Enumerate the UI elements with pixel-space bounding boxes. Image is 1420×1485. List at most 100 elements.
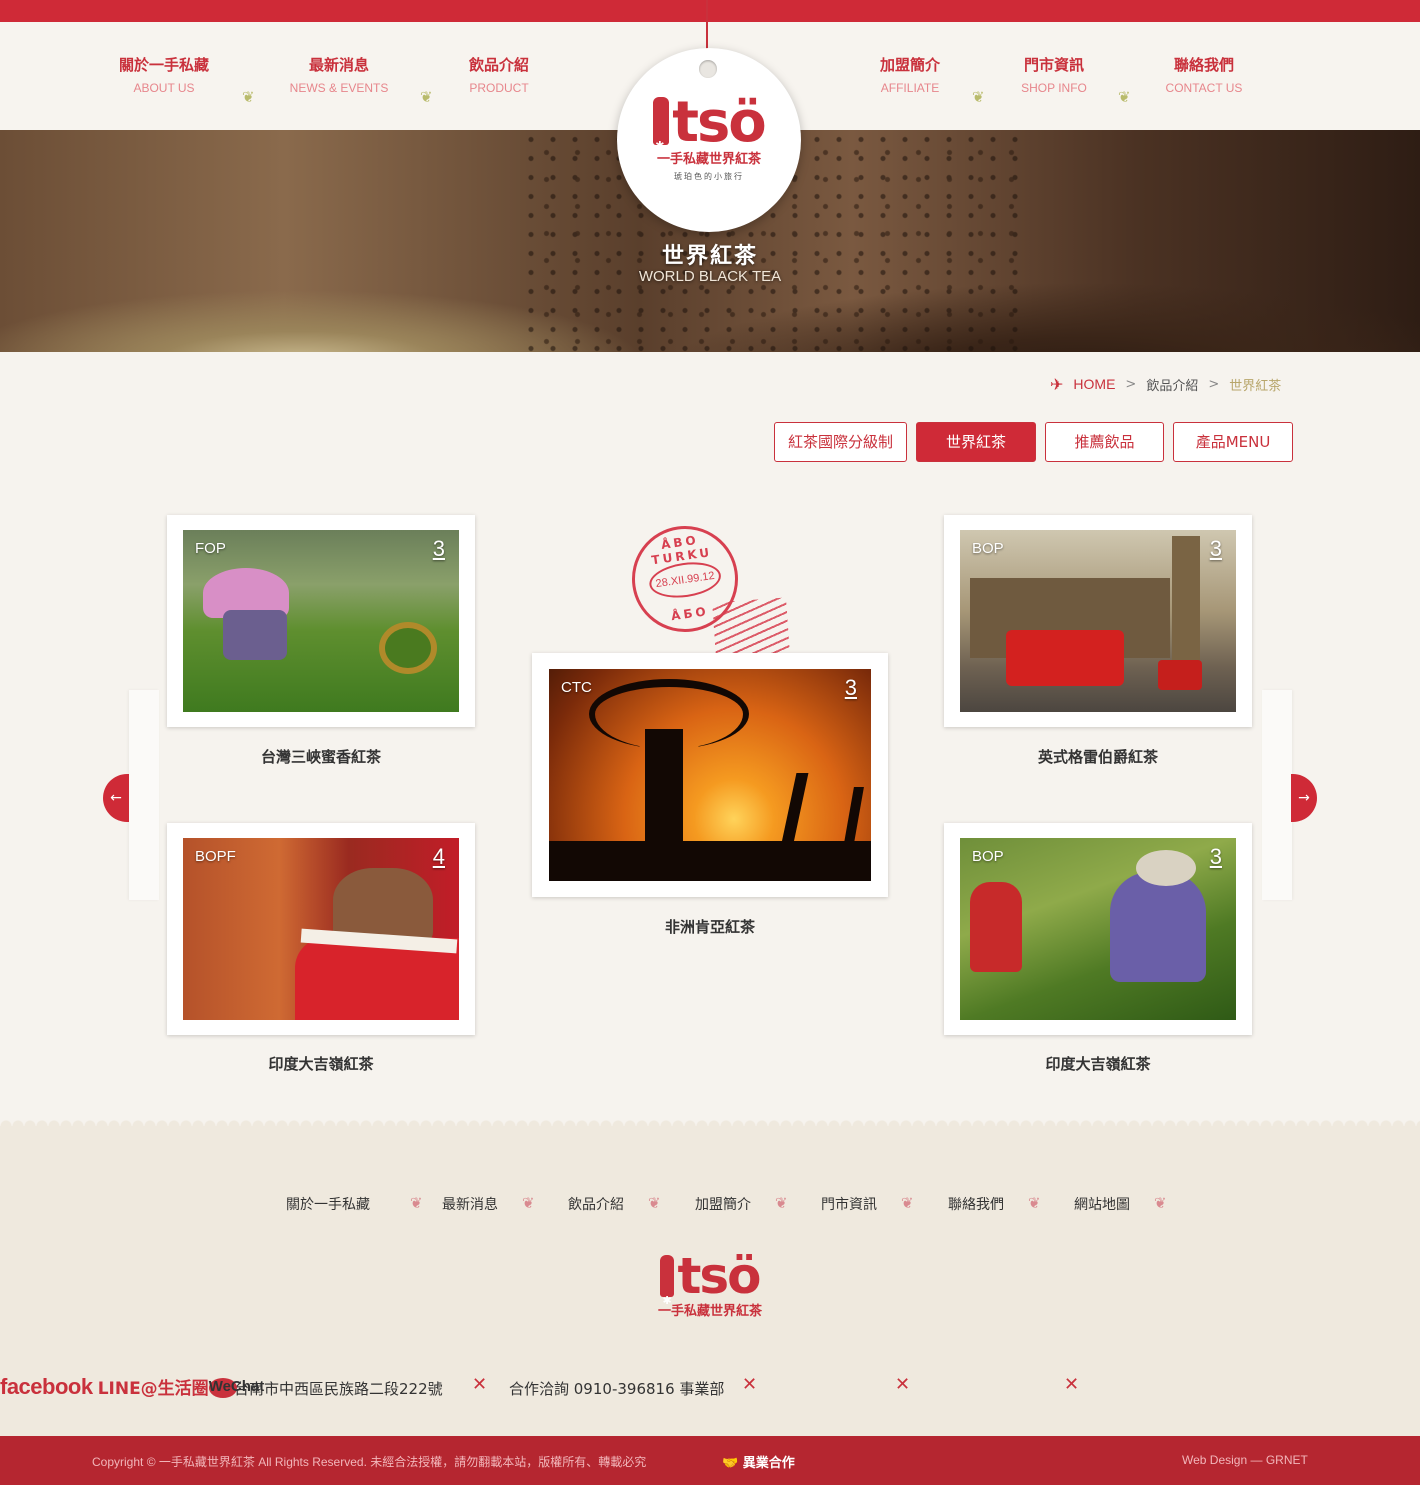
bottle-icon	[653, 97, 670, 177]
tab-world-tea[interactable]: 世界紅茶	[916, 422, 1036, 462]
stamp-number: 4	[432, 844, 445, 869]
tab-tea-grading[interactable]: 紅茶國際分級制	[774, 422, 907, 462]
breadcrumb-current: 世界紅茶	[1229, 378, 1282, 394]
top-scallop-strip	[0, 0, 1420, 28]
carousel-panel-right	[1262, 690, 1292, 900]
carousel-next-button[interactable]: →	[1291, 774, 1317, 822]
stamp-number: 3	[432, 536, 445, 561]
baobab-branches-shape	[589, 679, 749, 749]
site-footer: 關於一手私藏 ❦ 最新消息 ❦ 飲品介紹 ❦ 加盟簡介 ❦ 門市資訊 ❦ 聯絡我…	[0, 1120, 1420, 1436]
tea-stamp-kenya[interactable]: CTC 3	[528, 649, 892, 901]
stamp-number: 3	[1209, 844, 1222, 869]
nav-news-en: NEWS & EVENTS	[289, 81, 389, 95]
stamp-grade: CTC	[561, 679, 592, 696]
nav-contact-en: CONTACT US	[1165, 81, 1243, 95]
footer-nav-sitemap[interactable]: 網站地圖	[1074, 1194, 1130, 1214]
footer-nav-about[interactable]: 關於一手私藏	[286, 1194, 370, 1214]
tab-menu[interactable]: 產品MENU	[1173, 422, 1293, 462]
footer-nav-news[interactable]: 最新消息	[442, 1194, 498, 1214]
leaf-icon: ❦	[1118, 88, 1131, 106]
separator-x-icon: ✕	[742, 1374, 758, 1395]
stamp-caption: 非洲肯亞紅茶	[664, 918, 755, 936]
leaf-icon: ❦	[242, 88, 255, 106]
web-design-credit[interactable]: Web Design — GRNET	[1182, 1453, 1308, 1467]
leaf-icon: ❦	[648, 1194, 661, 1212]
leaf-icon: ❦	[1154, 1194, 1167, 1212]
site-logo[interactable]: tsö 一手私藏世界紅茶 琥珀色的小旅行	[617, 48, 801, 232]
breadcrumb: ✈ HOME > 飲品介紹 > 世界紅茶	[1050, 374, 1281, 394]
separator-x-icon: ✕	[895, 1374, 911, 1395]
stamp-grade: BOPF	[195, 848, 236, 865]
postmark-wave-lines	[712, 597, 790, 659]
tab-recommended[interactable]: 推薦飲品	[1045, 422, 1164, 462]
cooperation-link[interactable]: 🤝 異業合作	[722, 1452, 795, 1471]
footer-nav-product[interactable]: 飲品介紹	[568, 1194, 624, 1214]
tea-stamp-darjeeling-bop[interactable]: BOP 3	[940, 819, 1256, 1039]
breadcrumb-home[interactable]: HOME	[1073, 376, 1115, 392]
footer-nav-affiliate[interactable]: 加盟簡介	[695, 1194, 751, 1214]
tea-photo-india-pickers: BOP 3	[960, 838, 1236, 1020]
footer-logo[interactable]: tsö 一手私藏世界紅茶	[630, 1247, 790, 1329]
tea-photo-africa: CTC 3	[549, 669, 871, 881]
stamp-caption: 印度大吉嶺紅茶	[268, 1055, 374, 1073]
footer-nav-contact[interactable]: 聯絡我們	[948, 1194, 1004, 1214]
nav-news[interactable]: 最新消息 NEWS & EVENTS	[274, 54, 404, 95]
savanna-ground-shape	[549, 841, 871, 881]
footer-nav-shop-info[interactable]: 門市資訊	[821, 1194, 877, 1214]
nav-shop-info[interactable]: 門市資訊 SHOP INFO	[989, 54, 1119, 95]
cooperation-label: 異業合作	[742, 1456, 795, 1471]
facebook-link[interactable]: facebook	[0, 1374, 93, 1399]
tea-stamp-taiwan[interactable]: FOP 3	[163, 511, 479, 731]
stamp-grade: BOP	[972, 540, 1004, 557]
address-text: 台南市中西區民族路二段222號	[234, 1380, 443, 1398]
phone-text: 合作洽詢 0910-396816 事業部	[509, 1380, 725, 1398]
picker-figure-shape	[223, 610, 287, 660]
tea-stamp-darjeeling-bopf[interactable]: BOPF 4	[163, 819, 479, 1039]
breadcrumb-separator: >	[1208, 376, 1220, 392]
bottle-icon	[660, 1255, 675, 1329]
nav-affiliate-zh: 加盟簡介	[879, 56, 940, 74]
hero-subtitle: WORLD BLACK TEA	[638, 268, 782, 285]
leaf-icon: ❦	[901, 1194, 914, 1212]
carousel-prev-button[interactable]: ←	[103, 774, 129, 822]
tea-stamp-earl-grey[interactable]: BOP 3	[940, 511, 1256, 731]
wechat-label: WeChat	[208, 1378, 265, 1395]
leaf-icon: ❦	[410, 1194, 423, 1212]
stamp-caption: 印度大吉嶺紅茶	[1045, 1055, 1151, 1073]
nav-contact-zh: 聯絡我們	[1173, 56, 1234, 74]
logo-word-text: tsö	[672, 90, 767, 155]
carousel-panel-left	[129, 690, 159, 900]
airplane-icon: ✈	[1050, 374, 1064, 394]
nav-contact[interactable]: 聯絡我們 CONTACT US	[1139, 54, 1269, 95]
nav-product[interactable]: 飲品介紹 PRODUCT	[434, 54, 564, 95]
nav-product-zh: 飲品介紹	[468, 56, 529, 74]
nav-shop-info-zh: 門市資訊	[1023, 56, 1084, 74]
stamp-caption: 台灣三峽蜜香紅茶	[260, 748, 381, 766]
nav-about-en: ABOUT US	[133, 81, 195, 95]
logo-name: 一手私藏世界紅茶	[656, 152, 761, 167]
stamp-grade: FOP	[195, 540, 226, 557]
logo-tagline: 琥珀色的小旅行	[674, 172, 744, 181]
breadcrumb-parent[interactable]: 飲品介紹	[1146, 375, 1198, 394]
basket-shape	[379, 622, 437, 674]
handshake-icon: 🤝	[722, 1456, 743, 1471]
nav-affiliate[interactable]: 加盟簡介 AFFILIATE	[845, 54, 975, 95]
nav-about[interactable]: 關於一手私藏 ABOUT US	[99, 54, 229, 95]
nav-news-zh: 最新消息	[308, 56, 369, 74]
logo-inner: tsö 一手私藏世界紅茶 琥珀色的小旅行	[625, 76, 793, 224]
nav-about-zh: 關於一手私藏	[118, 56, 209, 74]
line-link[interactable]: LINE@生活圈	[98, 1379, 209, 1399]
tea-photo-taiwan: FOP 3	[183, 530, 459, 712]
contact-row: 台南市中西區民族路二段222號 ✕ 合作洽詢 0910-396816 事業部 ✕…	[0, 1374, 1420, 1404]
footer-logo-name: 一手私藏世界紅茶	[657, 1304, 762, 1319]
footer-logo-word-text: tsö	[677, 1247, 761, 1305]
stamp-grade: BOP	[972, 848, 1004, 865]
stamp-number: 3	[1209, 536, 1222, 561]
tea-photo-london: BOP 3	[960, 530, 1236, 712]
picker-figure-shape	[970, 882, 1022, 972]
nav-shop-info-en: SHOP INFO	[1021, 81, 1087, 95]
separator-x-icon: ✕	[472, 1374, 488, 1395]
giraffe-shape	[781, 773, 809, 843]
tea-photo-india-woman: BOPF 4	[183, 838, 459, 1020]
leaf-icon: ❦	[1028, 1194, 1041, 1212]
